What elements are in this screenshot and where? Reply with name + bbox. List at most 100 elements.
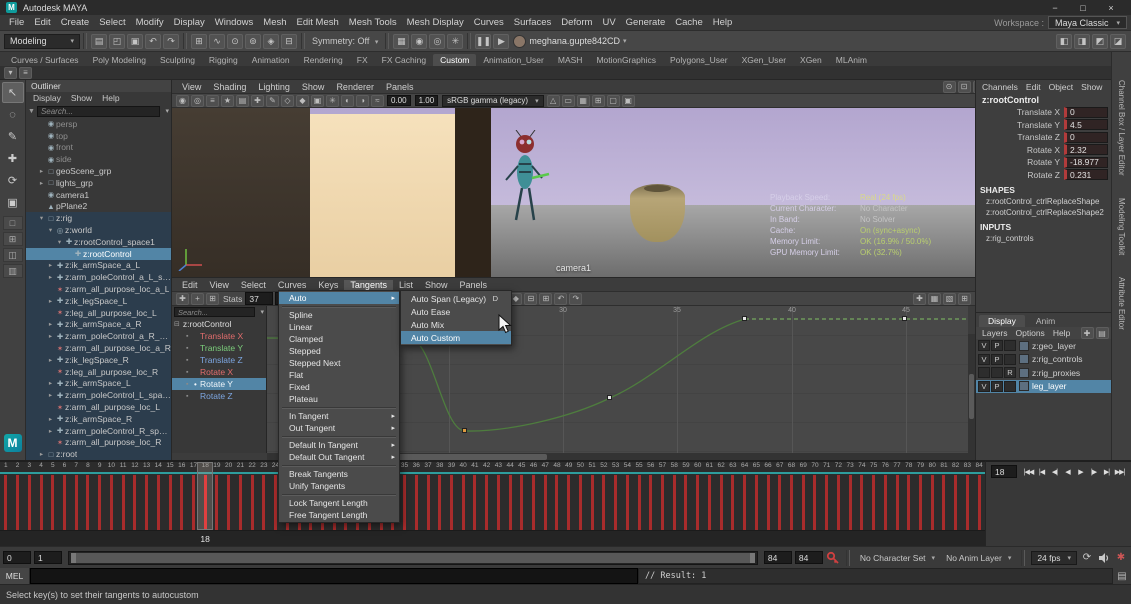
main-menu-item[interactable]: Windows	[210, 17, 259, 28]
channel-box-menu-item[interactable]: Show	[1077, 82, 1106, 92]
step-back-frame-button[interactable]: ◀|	[1048, 465, 1061, 478]
channel-value-field[interactable]: 0	[1064, 132, 1108, 143]
expander-icon[interactable]: ▸	[46, 320, 55, 328]
range-slider[interactable]	[68, 551, 758, 565]
animation-start-field[interactable]: 0	[3, 551, 31, 564]
command-language-button[interactable]: MEL	[0, 568, 30, 584]
render-settings-icon[interactable]: ✳	[447, 34, 463, 49]
channel-value-field[interactable]: 0.231	[1064, 169, 1108, 180]
layer-playback-toggle[interactable]	[991, 367, 1003, 378]
main-menu-item[interactable]: Generate	[621, 17, 671, 28]
fps-selector[interactable]: 24 fps ▾	[1031, 551, 1077, 565]
sidebar-vertical-tab[interactable]: Modeling Toolkit	[1117, 198, 1126, 255]
submenu-item[interactable]: Auto Mix	[401, 318, 511, 331]
mute-audio-icon[interactable]	[1097, 551, 1111, 565]
expander-icon[interactable]: ▸	[46, 379, 55, 387]
shelf-tab[interactable]: MLAnim	[829, 54, 874, 66]
image-plane-icon[interactable]: ▤	[236, 95, 249, 107]
layer-color-swatch[interactable]	[1019, 354, 1029, 364]
main-menu-item[interactable]: Mesh Tools	[344, 17, 402, 28]
layer-visible-toggle[interactable]: V	[978, 340, 990, 351]
use-all-lights-icon[interactable]: ✳	[326, 95, 339, 107]
channel-label[interactable]: Translate Z	[979, 132, 1064, 142]
channel-label[interactable]: Rotate X	[979, 145, 1064, 155]
snap-projected-center-icon[interactable]: ⊚	[245, 34, 261, 49]
3d-view[interactable]: Playback Speed: Real (24 fps) Current Ch…	[172, 108, 975, 277]
input-node-name[interactable]: z:rig_controls	[976, 233, 1111, 244]
step-forward-frame-button[interactable]: |▶	[1087, 465, 1100, 478]
menu-item[interactable]: Auto	[279, 292, 399, 304]
resolution-gate-icon[interactable]: ▭	[562, 95, 575, 107]
graph-editor-menu-item[interactable]: List	[393, 280, 419, 290]
graph-editor-menu-item[interactable]: View	[204, 280, 235, 290]
menu-item[interactable]: Flat	[279, 369, 399, 381]
time-ruler[interactable]: 1234567891011121314151617181920212223242…	[0, 462, 985, 530]
menu-item[interactable]: Default Out Tangent	[279, 451, 399, 463]
shelf-tab[interactable]: FX	[350, 54, 375, 66]
auto-keyframe-icon[interactable]	[826, 551, 840, 565]
outliner-item[interactable]: ◉ top	[26, 130, 171, 142]
main-menu-item[interactable]: UV	[597, 17, 620, 28]
main-menu-item[interactable]: Mesh	[258, 17, 291, 28]
layer-visible-toggle[interactable]: V	[978, 381, 990, 392]
normalized-view-icon[interactable]: ▧	[943, 293, 956, 305]
layout-outliner-persp-icon[interactable]: ▥	[3, 264, 23, 278]
layer-playback-toggle[interactable]: P	[991, 340, 1003, 351]
leg_layer[interactable]: V P leg_layer	[976, 380, 1111, 394]
range-slider-right-handle[interactable]	[750, 553, 755, 563]
open-scene-icon[interactable]: ◰	[109, 34, 125, 49]
menu-item[interactable]: Spline	[279, 309, 399, 321]
grease-pencil-icon[interactable]: ✎	[266, 95, 279, 107]
workspace-selector[interactable]: Maya Classic ▾	[1048, 16, 1127, 29]
expander-icon[interactable]: ▸	[46, 356, 55, 364]
sidebar-vertical-tab[interactable]: Channel Box / Layer Editor	[1117, 80, 1126, 176]
ipr-render-icon[interactable]: ◎	[429, 34, 445, 49]
outliner-menu-item[interactable]: Help	[97, 93, 124, 103]
lasso-tool-icon[interactable]: ◌	[2, 104, 24, 125]
render-current-frame-icon[interactable]: ◉	[411, 34, 427, 49]
expander-icon[interactable]: ▸	[46, 273, 55, 281]
channel-value-field[interactable]: -18.977	[1064, 157, 1108, 168]
move-nearest-key-icon[interactable]: ✚	[176, 293, 189, 305]
playback-start-field[interactable]: 1	[34, 551, 62, 564]
gate-mask-icon[interactable]: ▦	[577, 95, 590, 107]
select-tool-icon[interactable]: ↖	[2, 82, 24, 103]
channel-item[interactable]: ▪ Translate X	[172, 330, 266, 342]
menu-item[interactable]: Lock Tangent Length	[279, 497, 399, 509]
channel-item[interactable]: ▪ Rotate Z	[172, 390, 266, 402]
shelf-tab[interactable]: Rendering	[297, 54, 350, 66]
curve-keyframe[interactable]	[902, 316, 907, 321]
time-slider[interactable]: 1234567891011121314151617181920212223242…	[0, 460, 985, 546]
menu-item[interactable]: Free Tangent Length	[279, 509, 399, 521]
symmetry-selector[interactable]: Symmetry: Off ▾	[312, 36, 378, 46]
expander-icon[interactable]: ▾	[46, 226, 55, 234]
post-infinity-icon[interactable]: ↷	[569, 293, 582, 305]
box-side-geometry[interactable]	[455, 108, 491, 277]
curve-keyframe[interactable]	[462, 428, 467, 433]
outliner-item[interactable]: ✶ z:arm_all_purpose_loc_R	[26, 437, 171, 449]
wireframe-display-icon[interactable]: ◇	[281, 95, 294, 107]
outliner-item[interactable]: ✶ z:arm_all_purpose_loc_a_R	[26, 342, 171, 354]
layer-color-swatch[interactable]	[1019, 381, 1029, 391]
pin-channel-icon[interactable]: ⊞	[958, 293, 971, 305]
outliner-item[interactable]: ✶ z:arm_all_purpose_loc_L	[26, 401, 171, 413]
channel-item[interactable]: ▪ Rotate X	[172, 366, 266, 378]
channel-item[interactable]: ▪ • Rotate Y	[172, 378, 266, 390]
shelf-tab[interactable]: FX Caching	[375, 54, 433, 66]
graph-editor-menu-item[interactable]: Panels	[453, 280, 493, 290]
gamma-field[interactable]: 1.00	[415, 95, 439, 106]
expander-icon[interactable]: ▸	[46, 332, 55, 340]
command-input[interactable]	[30, 568, 638, 584]
main-menu-item[interactable]: Edit Mesh	[292, 17, 344, 28]
layer-editor-menu-item[interactable]: Help	[1049, 328, 1074, 338]
isolate-select-icon[interactable]: △	[547, 95, 560, 107]
outliner-item[interactable]: ▾ □ z:rig	[26, 212, 171, 224]
insert-keys-icon[interactable]: +	[191, 293, 204, 305]
layer-color-swatch[interactable]	[1019, 368, 1029, 378]
new-layer-from-selected-icon[interactable]: ▤	[1096, 327, 1109, 339]
channel-item[interactable]: ▪ Translate Y	[172, 342, 266, 354]
signed-in-user[interactable]: meghana.gupte842CD	[529, 36, 620, 46]
redo-icon[interactable]: ↷	[163, 34, 179, 49]
rotate-tool-icon[interactable]: ⟳	[2, 170, 24, 191]
outliner-item[interactable]: ✶ z:arm_all_purpose_loc_a_L	[26, 283, 171, 295]
